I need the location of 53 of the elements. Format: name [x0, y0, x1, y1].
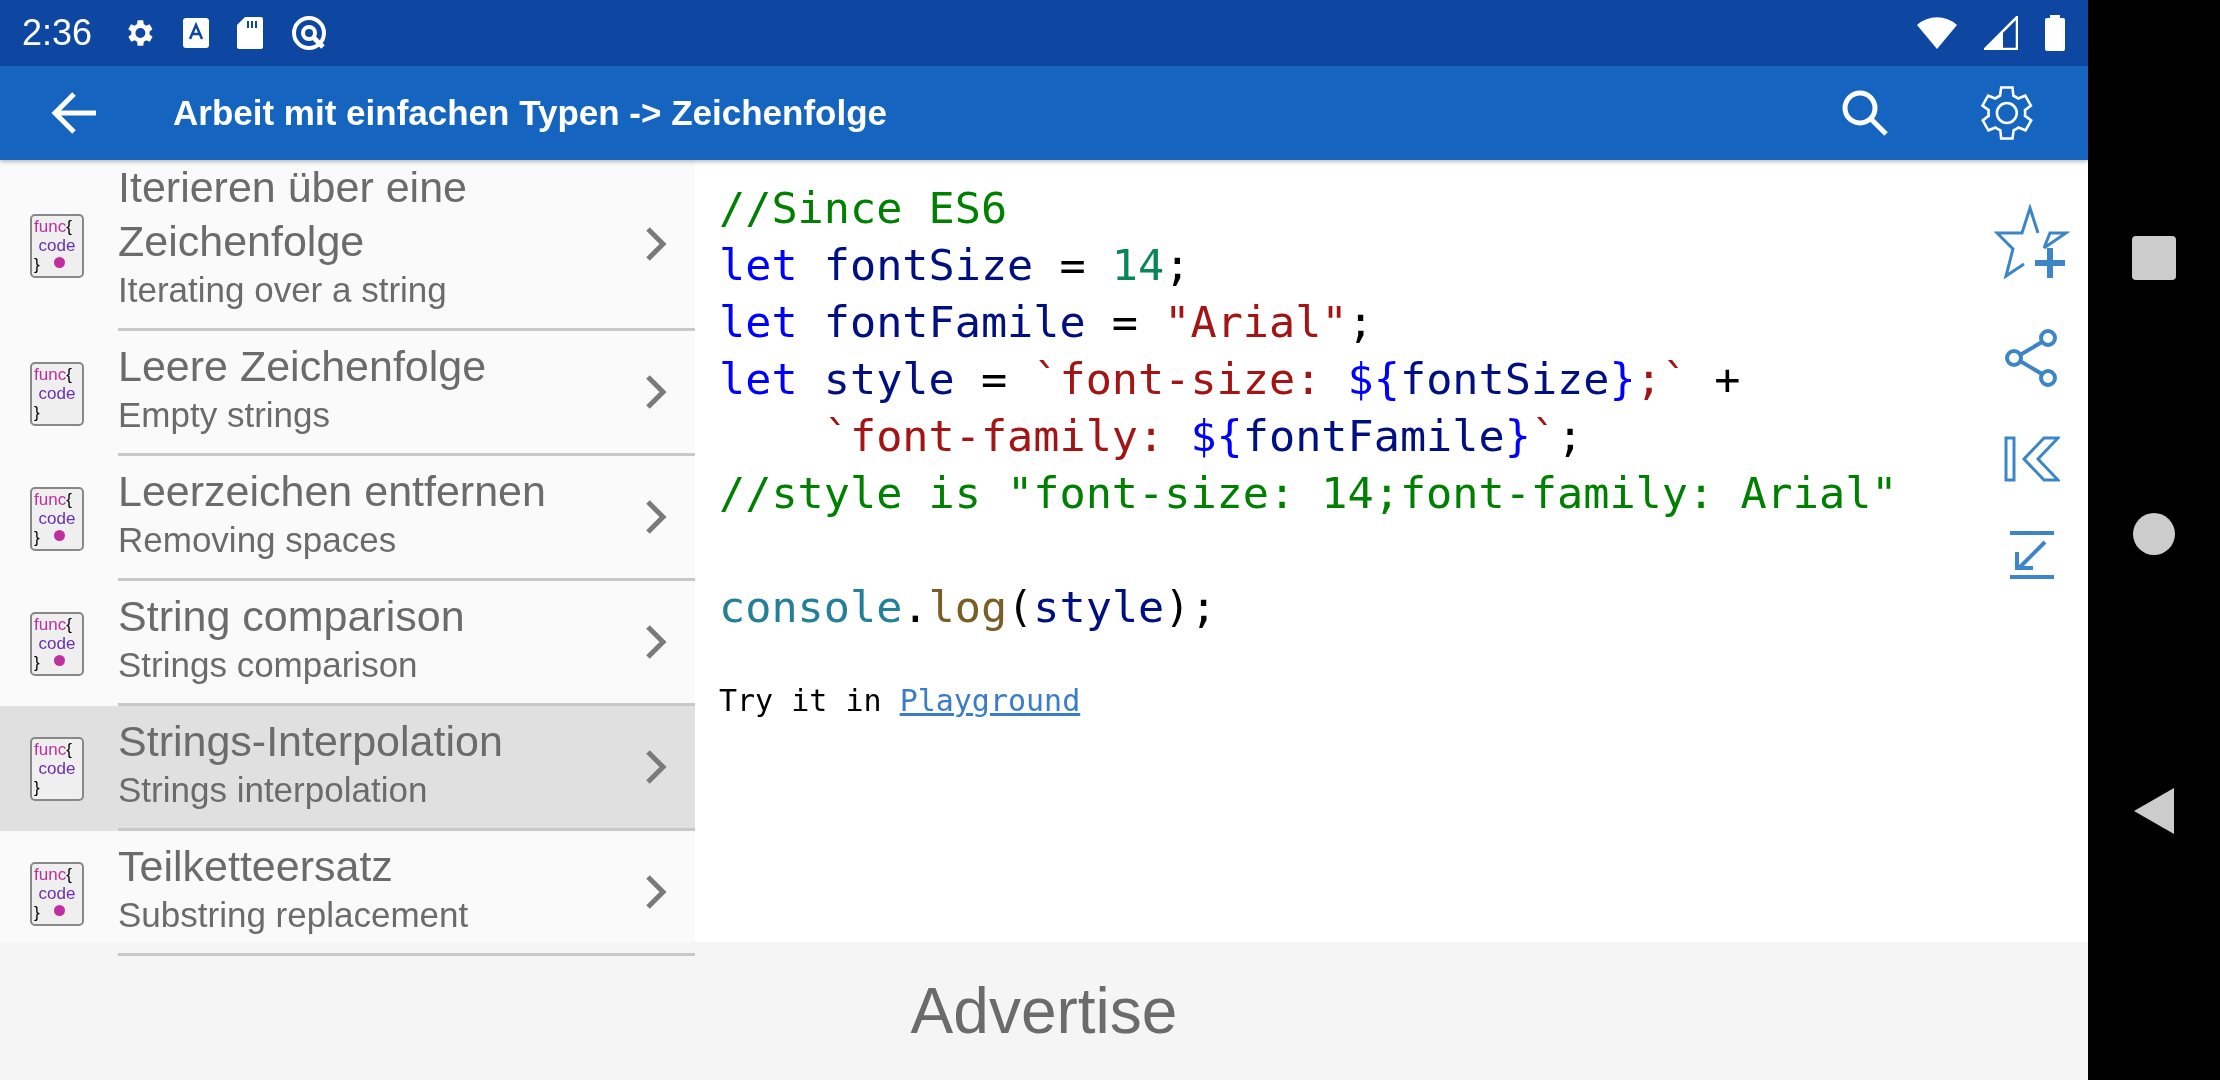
topic-title: String comparison: [118, 591, 466, 642]
code-file-icon: func{ code }: [30, 611, 84, 676]
topic-list-item[interactable]: func{ code } Leere Zeichenfolge Empty strings: [0, 331, 695, 456]
code-line: let fontFamile = "Arial";: [719, 296, 1375, 349]
topic-list-item[interactable]: func{ code } Leerzeichen entfernen Removing spaces: [0, 456, 695, 581]
topic-subtitle: Strings comparison: [118, 644, 419, 686]
code-line: `font-family: ${fontFamile}`;: [822, 410, 1585, 463]
circle-logo-icon: [290, 14, 329, 52]
star-add-button[interactable]: [1994, 204, 2070, 280]
topic-subtitle: Iterating over a string: [118, 269, 448, 311]
collapse-down-button[interactable]: [2007, 530, 2057, 580]
topic-subtitle: Removing spaces: [118, 519, 398, 561]
battery-icon: [2044, 15, 2066, 51]
code-line: //style is "font-size: 14;font-family: Arial": [719, 467, 1899, 520]
topic-title: Teilketteersatz: [118, 841, 394, 892]
screen-title: Arbeit mit einfachen Typen -> Zeichenfolge: [173, 93, 889, 133]
wifi-icon: [1916, 16, 1958, 50]
code-line: //Since ES6: [719, 182, 1009, 235]
font-box-icon: [182, 17, 211, 49]
chevron-icon: [645, 374, 667, 410]
topic-list-item[interactable]: func{ code } Strings-Interpolation Strings interpolation: [0, 706, 695, 831]
topic-subtitle: Empty strings: [118, 394, 331, 436]
code-file-icon: func{ code }: [30, 736, 84, 801]
code-file-icon: func{ code }: [30, 361, 84, 426]
chevron-icon: [645, 874, 667, 910]
chevron-icon: [645, 499, 667, 535]
topic-title: Iterieren über eine Zeichenfolge: [118, 162, 468, 267]
chevron-icon: [645, 749, 667, 785]
topic-subtitle: Substring replacement: [118, 894, 470, 936]
topic-list-item[interactable]: func{ code } Iterieren über eine Zeichenfolge Iterating over a string: [0, 160, 695, 331]
sd-card-icon: [236, 16, 265, 50]
advertise-label: Advertise: [910, 974, 1178, 1048]
search-button[interactable]: [1840, 88, 1890, 138]
back-nav-button[interactable]: [2134, 788, 2174, 834]
code-line: let fontSize = 14;: [719, 239, 1192, 292]
chevron-icon: [645, 226, 667, 262]
topic-subtitle: Strings interpolation: [118, 769, 429, 811]
code-line: console.log(style);: [719, 581, 1218, 634]
code-file-icon: func{ code }: [30, 486, 84, 551]
status-time: 2:36: [22, 12, 93, 54]
code-file-icon: func{ code }: [30, 861, 84, 926]
code-file-icon: func{ code }: [30, 213, 84, 278]
topic-title: Strings-Interpolation: [118, 716, 504, 767]
topic-title: Leerzeichen entfernen: [118, 466, 547, 517]
playground-link[interactable]: Playground: [899, 683, 1081, 718]
code-line: let style = `font-size: ${fontSize};` +: [719, 353, 1742, 406]
chevron-icon: [645, 624, 667, 660]
skip-to-start-button[interactable]: [2004, 436, 2060, 482]
signal-icon: [1984, 16, 2018, 50]
home-button[interactable]: [2132, 512, 2176, 556]
topic-title: Leere Zeichenfolge: [118, 341, 488, 392]
back-button[interactable]: [50, 91, 98, 135]
try-it-text: Try it in: [719, 683, 883, 718]
